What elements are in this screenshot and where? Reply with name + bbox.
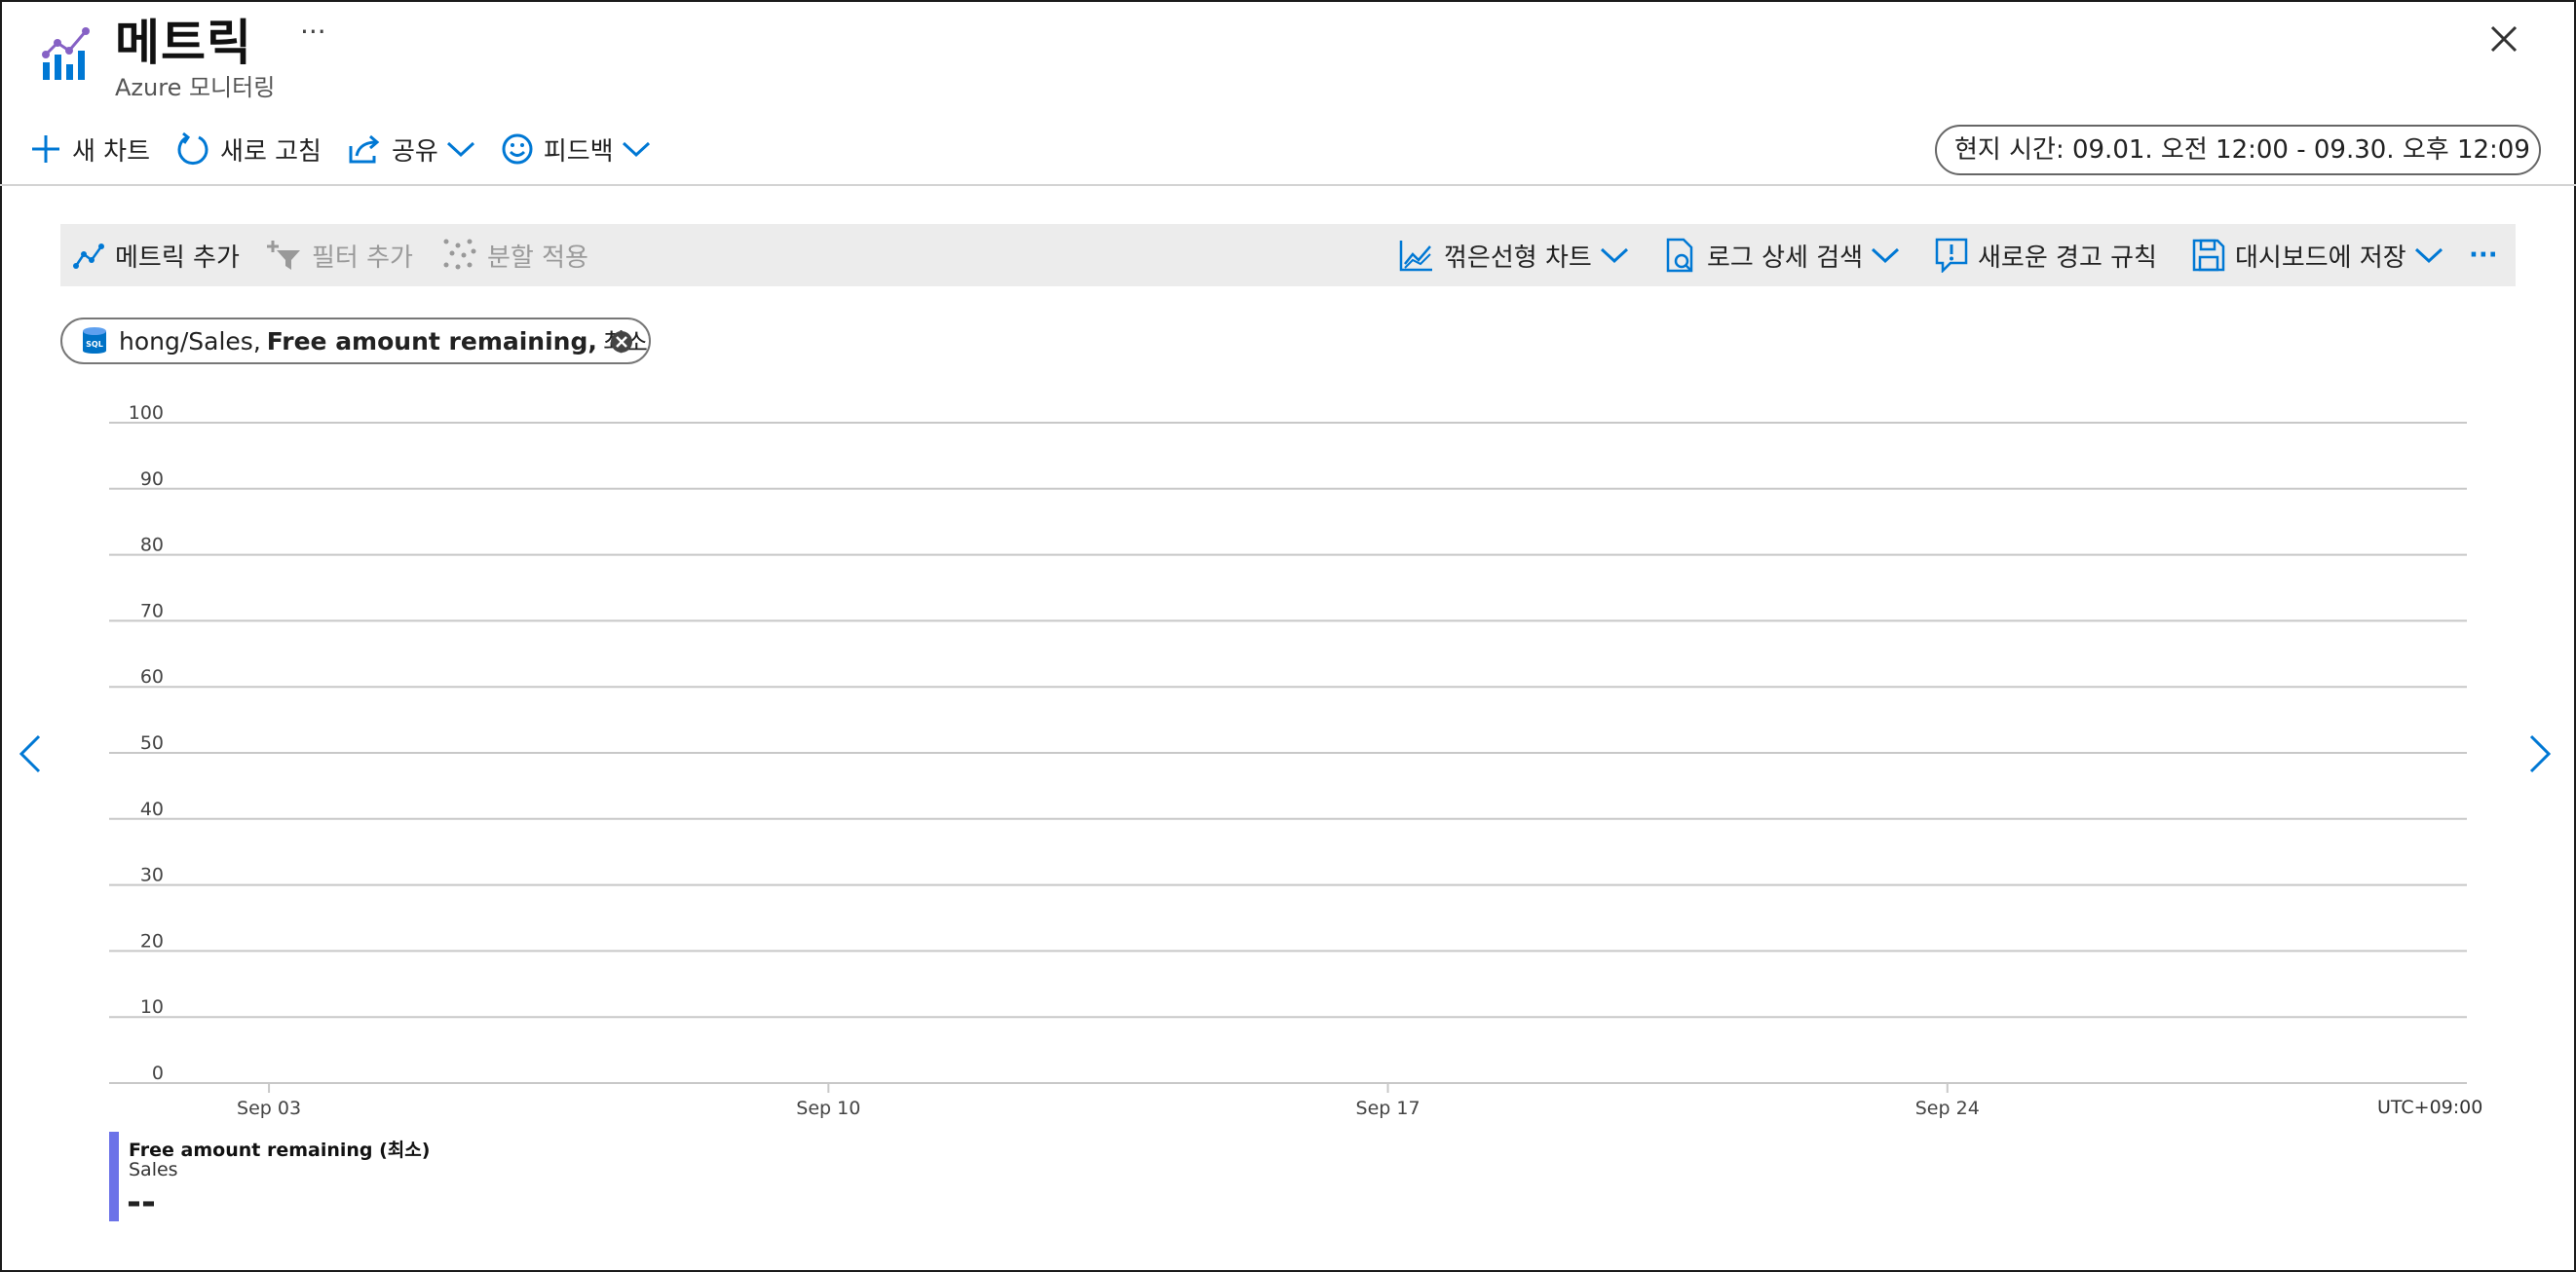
metric-resource: hong/Sales, (119, 326, 261, 355)
timezone-label: UTC+09:00 (2377, 1097, 2483, 1118)
add-filter-button[interactable]: 필터 추가 (267, 224, 413, 286)
sql-database-icon: SQL (83, 327, 106, 354)
save-icon (2192, 239, 2225, 272)
page-subtitle: Azure 모니터링 (115, 74, 276, 101)
save-to-dashboard-button[interactable]: 대시보드에 저장 (2192, 224, 2443, 286)
share-label: 공유 (391, 136, 438, 167)
chevron-down-icon (1600, 247, 1628, 264)
close-icon[interactable] (2486, 21, 2521, 56)
chevron-down-icon (622, 141, 650, 158)
log-search-icon (1666, 238, 1693, 273)
legend-resource-name: Sales (129, 1159, 178, 1180)
new-alert-rule-button[interactable]: 새로운 경고 규칙 (1935, 224, 2157, 286)
add-metric-button[interactable]: 메트릭 추가 (72, 224, 240, 286)
share-button[interactable]: 공유 (347, 131, 475, 168)
new-chart-button[interactable]: 새 차트 (29, 131, 150, 168)
log-search-button[interactable]: 로그 상세 검색 (1664, 224, 1900, 286)
metric-name: Free amount remaining, (266, 326, 597, 355)
more-options-button[interactable]: ··· (300, 16, 326, 48)
apply-split-label: 분할 적용 (487, 243, 588, 273)
chevron-down-icon (446, 141, 474, 158)
save-to-dashboard-label: 대시보드에 저장 (2235, 243, 2406, 273)
header-divider (0, 184, 2576, 186)
chart-type-button[interactable]: 꺾은선형 차트 (1399, 224, 1629, 286)
metrics-logo-icon (42, 27, 90, 80)
metric-selector-pill[interactable]: SQL hong/Sales, Free amount remaining, 최… (60, 318, 651, 364)
svg-text:SQL: SQL (86, 340, 103, 349)
legend-value: -- (127, 1182, 156, 1222)
refresh-icon (177, 131, 208, 166)
time-range-picker[interactable]: 현지 시간: 09.01. 오전 12:00 - 09.30. 오후 12:09… (1935, 125, 2541, 175)
share-icon (349, 134, 380, 164)
chart-type-label: 꺾은선형 차트 (1444, 243, 1592, 273)
new-alert-rule-label: 새로운 경고 규칙 (1978, 243, 2157, 273)
chevron-down-icon (2414, 247, 2443, 264)
add-filter-label: 필터 추가 (312, 243, 413, 273)
chart-toolbar: 메트릭 추가 필터 추가 분할 적용 꺾은선형 차트 로그 상세 검색 새로운 … (60, 224, 2516, 286)
smiley-icon (502, 133, 533, 165)
remove-metric-icon[interactable] (610, 330, 633, 354)
log-search-label: 로그 상세 검색 (1707, 243, 1864, 273)
feedback-label: 피드백 (543, 136, 614, 167)
refresh-label: 새로 고침 (220, 136, 322, 167)
legend-series-name[interactable]: Free amount remaining (최소) (129, 1136, 430, 1162)
page-title: 메트릭 (115, 15, 252, 71)
filter-icon (267, 241, 300, 270)
chevron-right-icon[interactable] (2525, 732, 2555, 775)
new-chart-label: 새 차트 (72, 136, 151, 167)
plus-icon (32, 135, 59, 163)
window-frame (0, 0, 2576, 1272)
refresh-button[interactable]: 새로 고침 (175, 131, 322, 168)
add-metric-icon (73, 243, 104, 269)
chevron-down-icon (1872, 247, 1900, 264)
add-metric-label: 메트릭 추가 (115, 243, 240, 273)
toolbar-more-button[interactable]: ··· (2469, 224, 2498, 286)
chevron-left-icon[interactable] (16, 732, 45, 775)
apply-split-button[interactable]: 분할 적용 (442, 224, 588, 286)
legend-color-bar (109, 1132, 119, 1221)
alert-icon (1935, 238, 1968, 273)
feedback-button[interactable]: 피드백 (501, 131, 651, 168)
split-icon (443, 239, 476, 270)
command-bar: 새 차트 새로 고침 공유 피드백 (29, 129, 676, 169)
line-chart-icon (1399, 241, 1432, 272)
